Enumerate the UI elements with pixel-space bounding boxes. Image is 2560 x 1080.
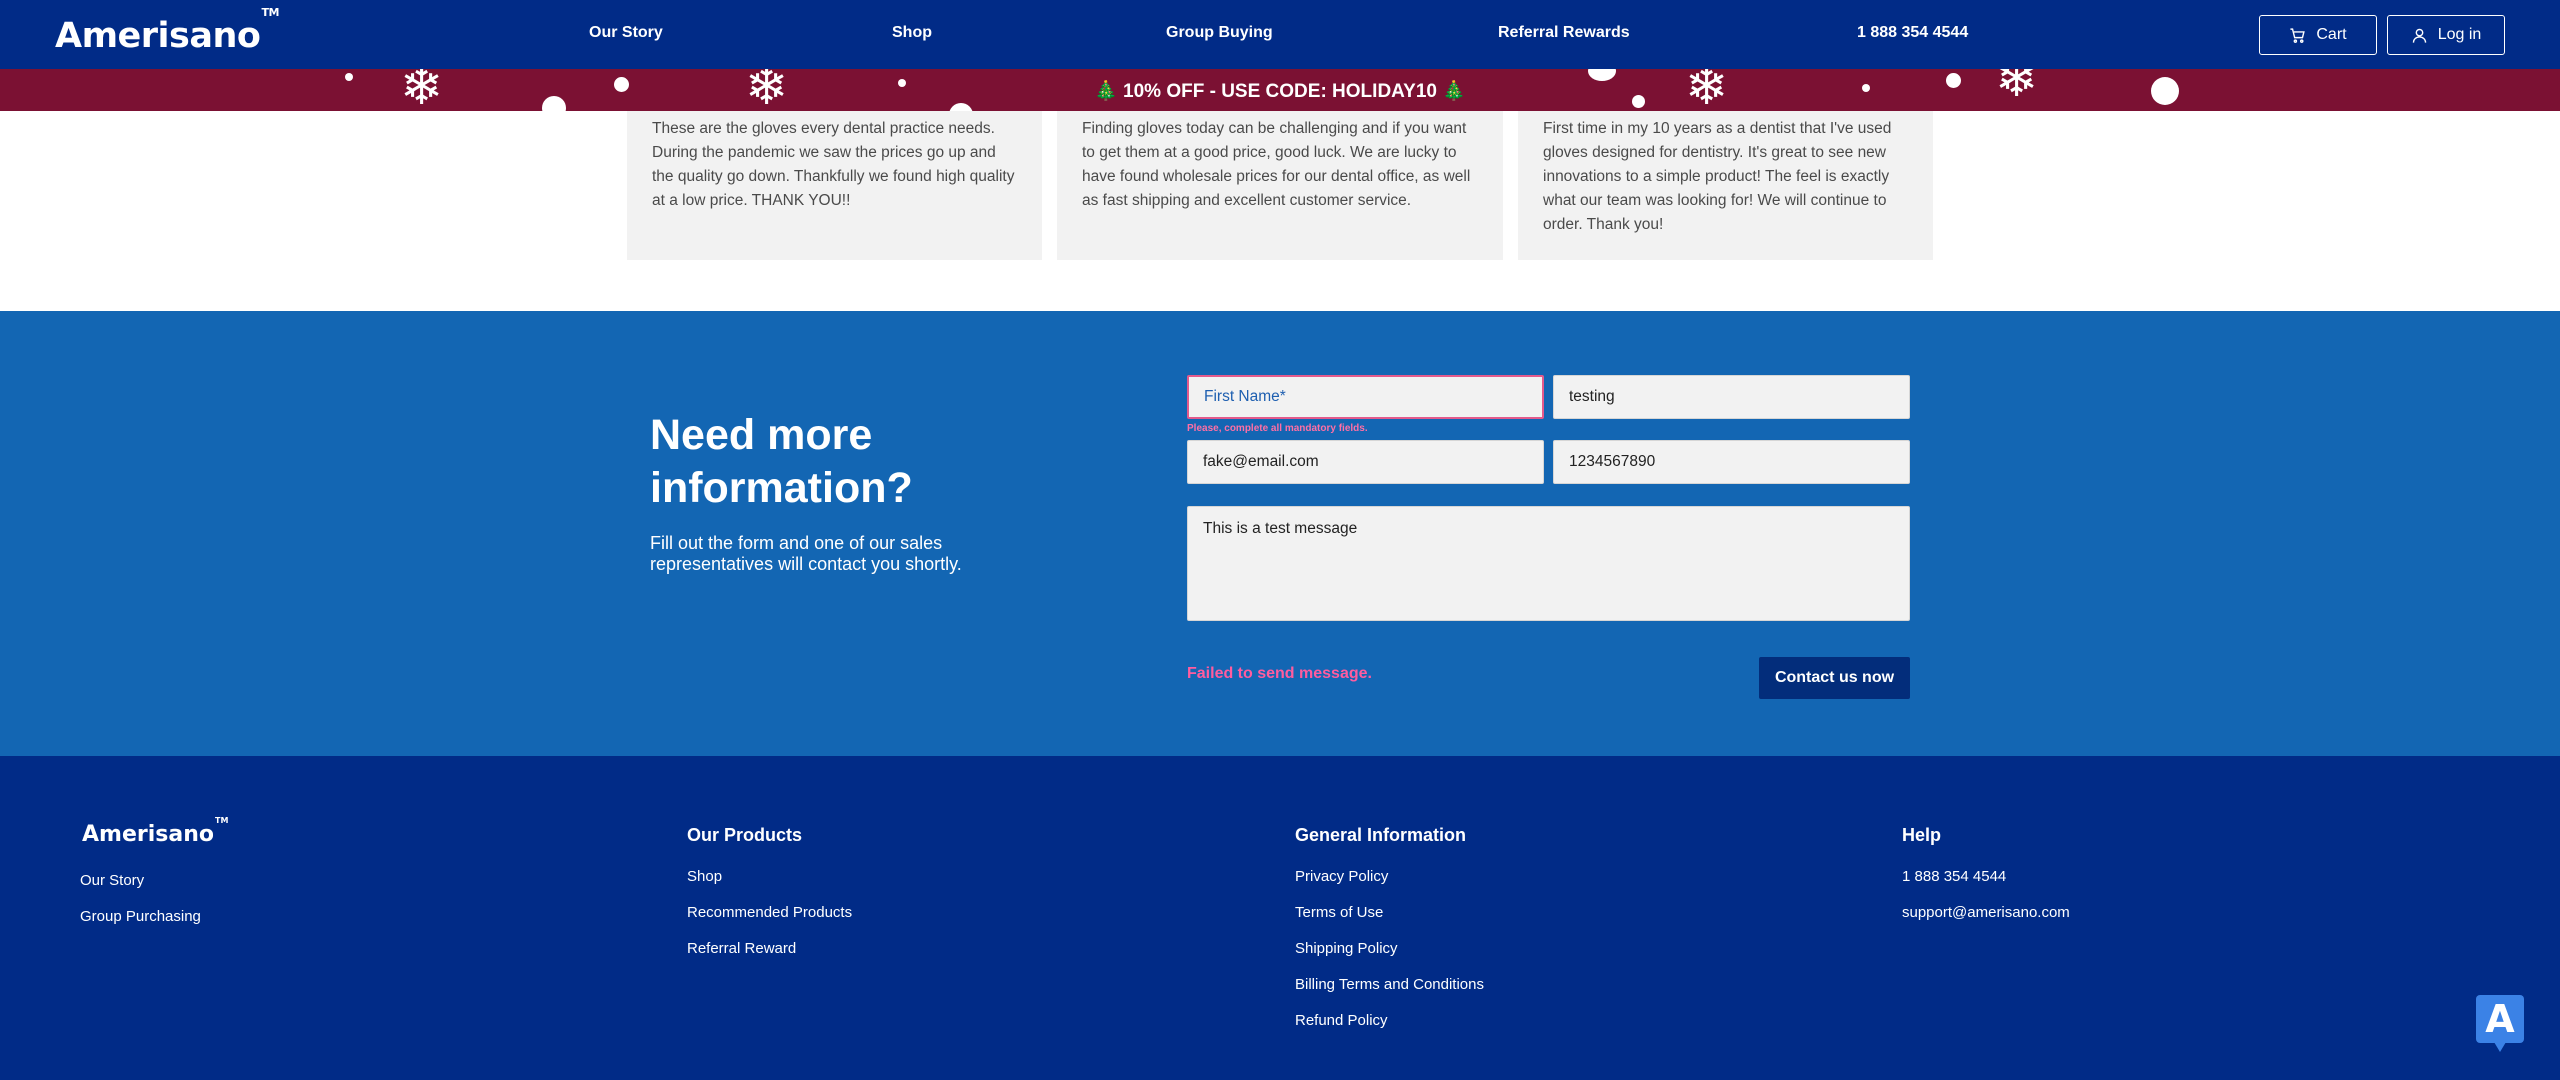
footer-link-billing-terms[interactable]: Billing Terms and Conditions xyxy=(1295,976,1484,993)
footer-logo[interactable]: AmerisanoTM xyxy=(82,816,228,847)
footer-link-shipping-policy[interactable]: Shipping Policy xyxy=(1295,940,1398,957)
login-label: Log in xyxy=(2437,26,2482,43)
footer-link-group-purchasing[interactable]: Group Purchasing xyxy=(80,908,201,925)
message-field[interactable]: This is a test message xyxy=(1187,506,1910,621)
testimonial-card: These are the gloves every dental practi… xyxy=(627,111,1042,260)
footer-link-referral-reward[interactable]: Referral Reward xyxy=(687,940,796,957)
testimonial-text: These are the gloves every dental practi… xyxy=(652,120,1015,209)
footer-link-phone[interactable]: 1 888 354 4544 xyxy=(1902,868,2006,885)
cart-icon xyxy=(2290,27,2306,43)
logo[interactable]: AmerisanoTM xyxy=(55,6,279,56)
footer-link-refund-policy[interactable]: Refund Policy xyxy=(1295,1012,1388,1029)
nav-shop[interactable]: Shop xyxy=(892,24,932,42)
footer-heading-products: Our Products xyxy=(687,825,803,845)
testimonial-text: Finding gloves today can be challenging … xyxy=(1082,120,1471,209)
footer-heading-general: General Information xyxy=(1295,825,1467,845)
contact-title: Need more information? xyxy=(650,411,913,512)
promo-text: 🎄 10% OFF - USE CODE: HOLIDAY10 🎄 xyxy=(1094,81,1466,102)
footer-link-terms-of-use[interactable]: Terms of Use xyxy=(1295,904,1383,921)
promo-banner: ❄ ❄ ❄ ❄ 🎄 10% OFF - USE CODE: HOLIDAY10 … xyxy=(0,69,2560,111)
nav-phone[interactable]: 1 888 354 4544 xyxy=(1857,24,1968,42)
site-footer xyxy=(0,756,2560,1080)
phone-field[interactable]: 1234567890 xyxy=(1553,440,1910,484)
chat-icon[interactable]: A xyxy=(2476,995,2524,1052)
nav-our-story[interactable]: Our Story xyxy=(589,24,663,42)
footer-heading-help: Help xyxy=(1902,825,1942,845)
user-icon xyxy=(2412,28,2426,43)
site-header: AmerisanoTM Our Story Shop Group Buying … xyxy=(0,0,2560,69)
contact-submit-button[interactable]: Contact us now xyxy=(1759,657,1910,699)
footer-link-shop[interactable]: Shop xyxy=(687,868,722,885)
footer-link-recommended-products[interactable]: Recommended Products xyxy=(687,904,852,921)
footer-link-our-story[interactable]: Our Story xyxy=(80,872,144,889)
snow-dot xyxy=(949,103,973,111)
testimonial-card: Finding gloves today can be challenging … xyxy=(1057,111,1503,260)
contact-description: Fill out the form and one of our sales r… xyxy=(650,533,962,574)
footer-link-privacy-policy[interactable]: Privacy Policy xyxy=(1295,868,1388,885)
login-button[interactable]: Log in xyxy=(2387,15,2505,55)
nav-referral-rewards[interactable]: Referral Rewards xyxy=(1498,24,1630,42)
nav-group-buying[interactable]: Group Buying xyxy=(1166,24,1273,42)
cart-label: Cart xyxy=(2316,26,2347,43)
testimonial-text: First time in my 10 years as a dentist t… xyxy=(1543,120,1892,233)
testimonial-card: First time in my 10 years as a dentist t… xyxy=(1518,111,1933,260)
validation-error: Please, complete all mandatory fields. xyxy=(1187,423,1368,434)
send-failure-message: Failed to send message. xyxy=(1187,665,1372,682)
footer-link-support-email[interactable]: support@amerisano.com xyxy=(1902,904,2070,921)
last-name-field[interactable]: testing xyxy=(1553,375,1910,419)
email-field[interactable]: fake@email.com xyxy=(1187,440,1544,484)
cart-button[interactable]: Cart xyxy=(2259,15,2377,55)
first-name-field[interactable]: First Name* xyxy=(1187,375,1544,419)
